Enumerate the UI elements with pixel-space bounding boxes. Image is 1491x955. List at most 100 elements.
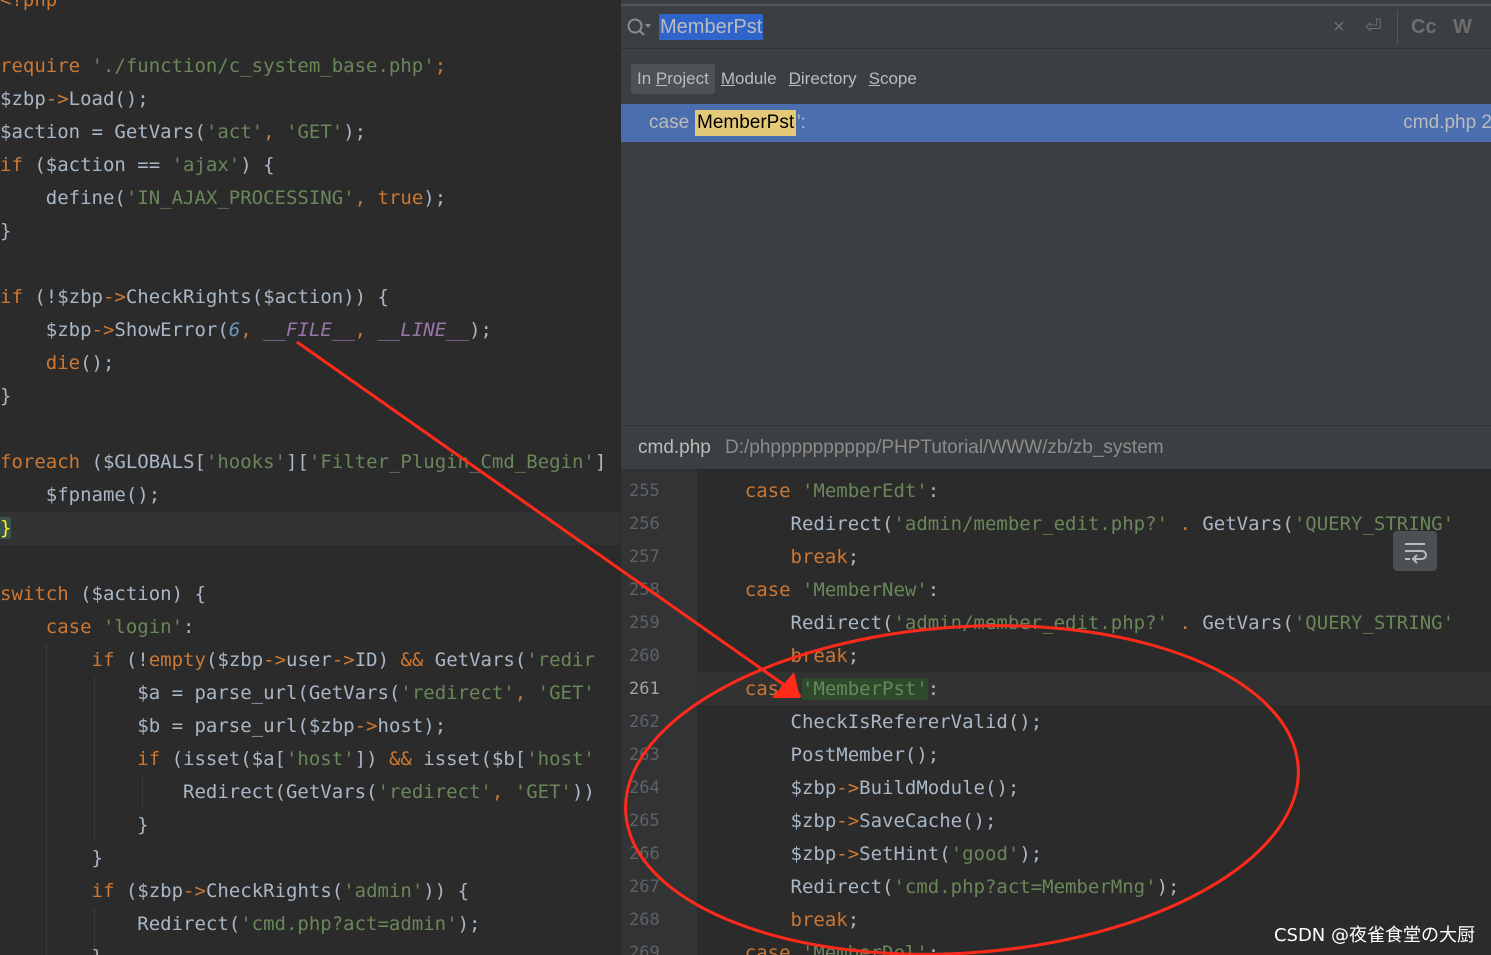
code-token: : (183, 616, 195, 638)
code-token: -> (91, 319, 115, 341)
code-line[interactable]: } (0, 809, 148, 842)
code-line[interactable]: if ($action == 'ajax') { (0, 149, 275, 182)
preview-code-line[interactable]: Redirect('cmd.php?act=MemberMng'); (699, 871, 1180, 904)
code-line[interactable]: die(); (0, 347, 115, 380)
code-token: ($zbp (205, 649, 264, 671)
code-token: __FILE__ (263, 319, 355, 341)
code-token: , (354, 187, 378, 209)
code-line[interactable]: Redirect(GetVars('redirect', 'GET')) (0, 776, 595, 809)
scope-tab[interactable]: Scope (863, 64, 923, 94)
code-line[interactable]: } (0, 215, 11, 248)
code-token: user (286, 649, 332, 671)
code-line[interactable]: } (0, 380, 11, 413)
line-number-gutter: 255 256 257 258 259 260 261 262 263 264 265 266 267 2… (621, 469, 697, 955)
preview-code-line[interactable]: case 'MemberNew': (699, 574, 940, 607)
preview-code-line[interactable]: $zbp->SetHint('good'); (699, 838, 1043, 871)
result-suffix: ': (797, 112, 806, 133)
code-token: 'cmd.php?act=MemberMng' (893, 876, 1157, 898)
preview-code-editor[interactable]: 255 256 257 258 259 260 261 262 263 264 265 266 267 2… (621, 469, 1491, 955)
clear-icon[interactable]: × (1333, 14, 1345, 40)
code-token: : (927, 678, 940, 700)
preview-code-line[interactable]: Redirect('admin/member_edit.php?' . GetV… (699, 508, 1455, 541)
line-number: 257 (629, 547, 660, 567)
code-line[interactable]: if (!empty($zbp->user->ID) && GetVars('r… (0, 644, 595, 677)
scope-tab-label-part: odule (735, 69, 777, 88)
preview-code-line[interactable]: case 'MemberDel': (699, 937, 940, 955)
results-list-area (621, 142, 1491, 425)
code-line[interactable]: switch ($action) { (0, 578, 206, 611)
preview-code-line[interactable]: CheckIsRefererValid(); (699, 706, 1043, 739)
code-line[interactable]: $a = parse_url(GetVars('redirect', 'GET' (0, 677, 595, 710)
code-token: 'redir (526, 649, 595, 671)
line-number: 255 (629, 481, 660, 501)
preview-path: D:/phpppppppppp/PHPTutorial/WWW/zb/zb_sy… (725, 437, 1164, 458)
code-line[interactable]: define('IN_AJAX_PROCESSING', true); (0, 182, 446, 215)
code-token: 'host' (285, 748, 355, 770)
scope-tab[interactable]: Directory (783, 64, 863, 94)
code-token: <?php (0, 0, 58, 11)
code-token: $zbp (699, 777, 837, 799)
code-token: Redirect(GetVars( (0, 781, 378, 803)
scope-tab-label-part: cope (879, 69, 917, 88)
match-case-icon[interactable]: Cc (1411, 14, 1437, 40)
search-result-row[interactable]: case ' MemberPst ': cmd.php 2 (621, 104, 1491, 142)
code-token: CheckIsRefererValid(); (699, 711, 1043, 733)
preview-code-line[interactable]: break; (699, 904, 860, 937)
code-line[interactable]: if ($zbp->CheckRights('admin')) { (0, 875, 470, 908)
code-token: case (699, 942, 802, 955)
search-input[interactable]: MemberPst (659, 14, 764, 40)
code-line[interactable]: $b = parse_url($zbp->host); (0, 710, 446, 743)
code-token: . (1168, 612, 1203, 634)
code-line[interactable]: if (!$zbp->CheckRights($action)) { (0, 281, 389, 314)
preview-code-line[interactable]: case 'MemberEdt': (699, 475, 940, 508)
code-token: && (400, 649, 435, 671)
code-line[interactable]: Redirect('cmd.php?act=admin'); (0, 908, 480, 941)
line-number: 256 (629, 514, 660, 534)
code-line[interactable]: } (0, 941, 103, 955)
code-line[interactable]: } (0, 842, 103, 875)
preview-code-line[interactable]: break; (699, 541, 860, 574)
search-icon[interactable] (625, 16, 651, 38)
code-line[interactable]: if (isset($a['host']) && isset($b['host' (0, 743, 595, 776)
code-line[interactable]: case 'login': (0, 611, 195, 644)
scope-tab[interactable]: Module (715, 64, 783, 94)
code-line[interactable]: $fpname(); (0, 479, 160, 512)
code-line[interactable]: $zbp->ShowError(6, __FILE__, __LINE__); (0, 314, 492, 347)
scope-tab[interactable]: In Project (631, 64, 715, 94)
code-token: ]) (354, 748, 389, 770)
scope-tab-label-part: roject (667, 69, 709, 88)
code-line[interactable]: require './function/c_system_base.php'; (0, 50, 446, 83)
preview-code-line[interactable]: $zbp->BuildModule(); (699, 772, 1020, 805)
left-code-editor[interactable]: <?php require './function/c_system_base.p… (0, 0, 620, 955)
code-line[interactable]: } (0, 512, 620, 545)
words-icon[interactable]: W (1453, 14, 1472, 40)
newline-icon[interactable]: ⏎ (1365, 14, 1382, 40)
code-token: ($zbp (125, 880, 184, 902)
code-token: -> (836, 810, 860, 832)
code-token: 'QUERY_STRING' (1293, 612, 1455, 634)
code-token: ID) (354, 649, 401, 671)
code-token: CheckRights($action)) { (125, 286, 389, 308)
preview-code-line[interactable]: Redirect('admin/member_edit.php?' . GetV… (699, 607, 1455, 640)
result-file-label: cmd.php 2 (1403, 112, 1491, 133)
code-line[interactable]: foreach ($GLOBALS['hooks']['Filter_Plugi… (0, 446, 606, 479)
find-in-path-panel: MemberPst × ⏎ Cc W In Project Module Direc… (620, 0, 1491, 955)
code-line[interactable]: $action = GetVars('act', 'GET'); (0, 116, 366, 149)
line-number: 267 (629, 877, 660, 897)
code-token: && (388, 748, 424, 770)
line-number: 266 (629, 844, 660, 864)
code-token: if (0, 286, 35, 308)
scope-tab-mnemonic: M (720, 69, 735, 88)
preview-code-line[interactable]: PostMember(); (699, 739, 940, 772)
code-token: -> (836, 777, 860, 799)
preview-code-line[interactable]: $zbp->SaveCache(); (699, 805, 997, 838)
code-token: 'hooks' (205, 451, 286, 473)
code-line[interactable]: $zbp->Load(); (0, 83, 149, 116)
code-line[interactable]: <?php (0, 0, 57, 17)
code-token: host); (377, 715, 447, 737)
preview-code-line[interactable]: break; (699, 640, 860, 673)
preview-code-line[interactable]: case 'MemberPst': (699, 673, 939, 706)
code-token: : (927, 480, 940, 502)
code-token: : (927, 579, 940, 601)
code-token: break (699, 645, 848, 667)
